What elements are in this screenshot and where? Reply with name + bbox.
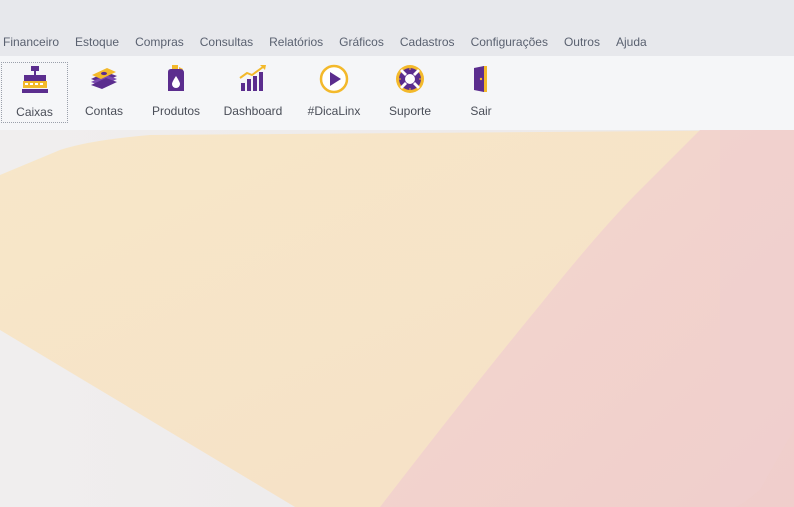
menu-ajuda[interactable]: Ajuda bbox=[608, 30, 655, 54]
money-stack-icon bbox=[91, 68, 117, 89]
dicalinx-button[interactable]: #DicaLinx bbox=[303, 62, 365, 123]
cash-register-icon bbox=[21, 66, 48, 93]
suporte-label: Suporte bbox=[388, 104, 432, 118]
menu-outros[interactable]: Outros bbox=[556, 30, 608, 54]
workspace-background bbox=[0, 130, 794, 507]
chart-growth-icon bbox=[239, 65, 266, 91]
contas-button[interactable]: Contas bbox=[76, 62, 132, 123]
dicalinx-label: #DicaLinx bbox=[307, 104, 361, 118]
menu-graficos[interactable]: Gráficos bbox=[331, 30, 392, 54]
contas-label: Contas bbox=[84, 104, 124, 118]
suporte-button[interactable]: Suporte bbox=[382, 62, 438, 123]
product-bottle-icon bbox=[168, 65, 184, 91]
play-icon bbox=[319, 64, 349, 94]
exit-door-icon bbox=[474, 66, 487, 92]
produtos-label: Produtos bbox=[151, 104, 201, 118]
menu-compras[interactable]: Compras bbox=[127, 30, 192, 54]
produtos-button[interactable]: Produtos bbox=[145, 62, 207, 123]
dashboard-button[interactable]: Dashboard bbox=[220, 62, 286, 123]
caixas-button[interactable]: Caixas bbox=[1, 62, 68, 123]
menu-bar: Financeiro Estoque Compras Consultas Rel… bbox=[0, 28, 794, 56]
dashboard-label: Dashboard bbox=[223, 104, 283, 118]
caixas-label: Caixas bbox=[16, 105, 53, 119]
toolbar: Caixas Contas Produtos Dashboard #DicaLi… bbox=[0, 56, 794, 130]
menu-consultas[interactable]: Consultas bbox=[192, 30, 261, 54]
menu-financeiro[interactable]: Financeiro bbox=[0, 30, 67, 54]
menu-cadastros[interactable]: Cadastros bbox=[392, 30, 463, 54]
title-bar bbox=[0, 0, 794, 28]
menu-estoque[interactable]: Estoque bbox=[67, 30, 127, 54]
sair-button[interactable]: Sair bbox=[461, 62, 501, 123]
menu-relatorios[interactable]: Relatórios bbox=[261, 30, 331, 54]
background-artwork bbox=[0, 130, 794, 507]
menu-configuracoes[interactable]: Configurações bbox=[463, 30, 556, 54]
sair-label: Sair bbox=[470, 104, 492, 118]
lifebuoy-icon bbox=[396, 65, 424, 93]
